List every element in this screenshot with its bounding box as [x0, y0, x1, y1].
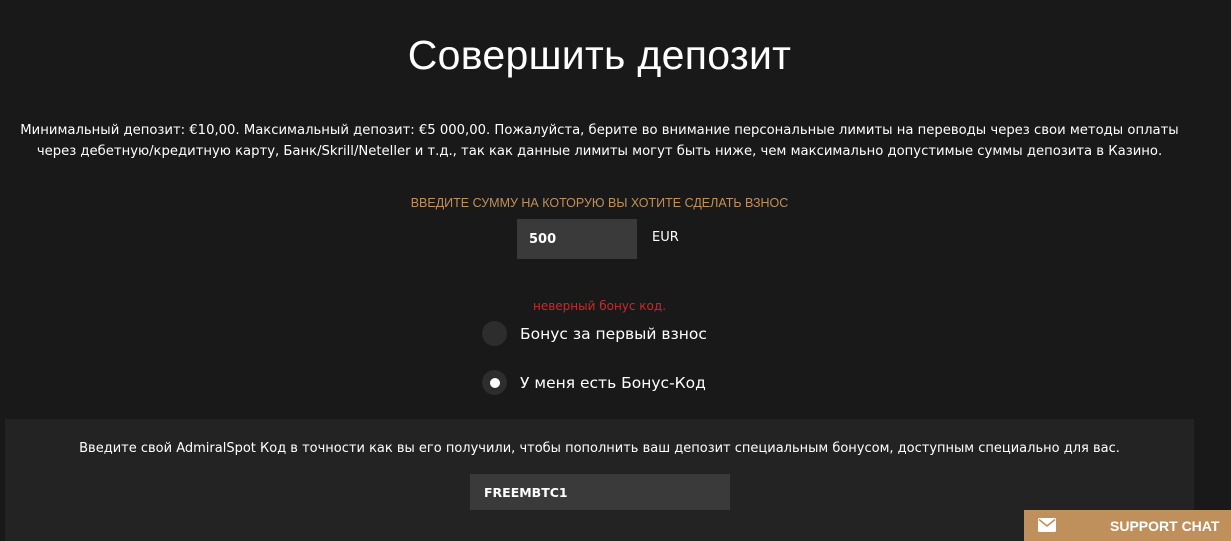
currency-label: EUR	[652, 230, 679, 245]
bonus-code-error: неверный бонус код.	[532, 299, 667, 313]
amount-input[interactable]	[517, 219, 637, 259]
support-chat-button[interactable]: SUPPORT CHAT	[1024, 510, 1231, 541]
amount-label: Введите сумму на которую вы хотите сдела…	[410, 196, 789, 210]
bonus-option-first-deposit[interactable]: Бонус за первый взнос	[482, 321, 707, 346]
page-title: Совершить депозит	[407, 32, 792, 78]
envelope-icon	[1038, 518, 1056, 532]
radio-button-checked[interactable]	[482, 370, 507, 395]
bonus-option-have-code[interactable]: У меня есть Бонус-Код	[482, 370, 706, 395]
deposit-limits-line-1: Минимальный депозит: €10,00. Максимальны…	[20, 123, 1179, 138]
deposit-page: Совершить депозит Минимальный депозит: €…	[0, 0, 1231, 541]
bonus-code-instruction: Введите свой AdmiralSpot Код в точности …	[79, 441, 1120, 456]
bonus-code-panel: Введите свой AdmiralSpot Код в точности …	[5, 419, 1194, 541]
deposit-limits-line-2: через дебетную/кредитную карту, Банк/Skr…	[36, 144, 1163, 159]
deposit-limits-info: Минимальный депозит: €10,00. Максимальны…	[0, 120, 1199, 162]
bonus-option-label: У меня есть Бонус-Код	[520, 373, 706, 392]
support-chat-label: SUPPORT CHAT	[1110, 518, 1220, 534]
radio-button-unchecked[interactable]	[482, 321, 507, 346]
bonus-option-label: Бонус за первый взнос	[520, 324, 707, 343]
bonus-code-input[interactable]	[470, 474, 730, 510]
